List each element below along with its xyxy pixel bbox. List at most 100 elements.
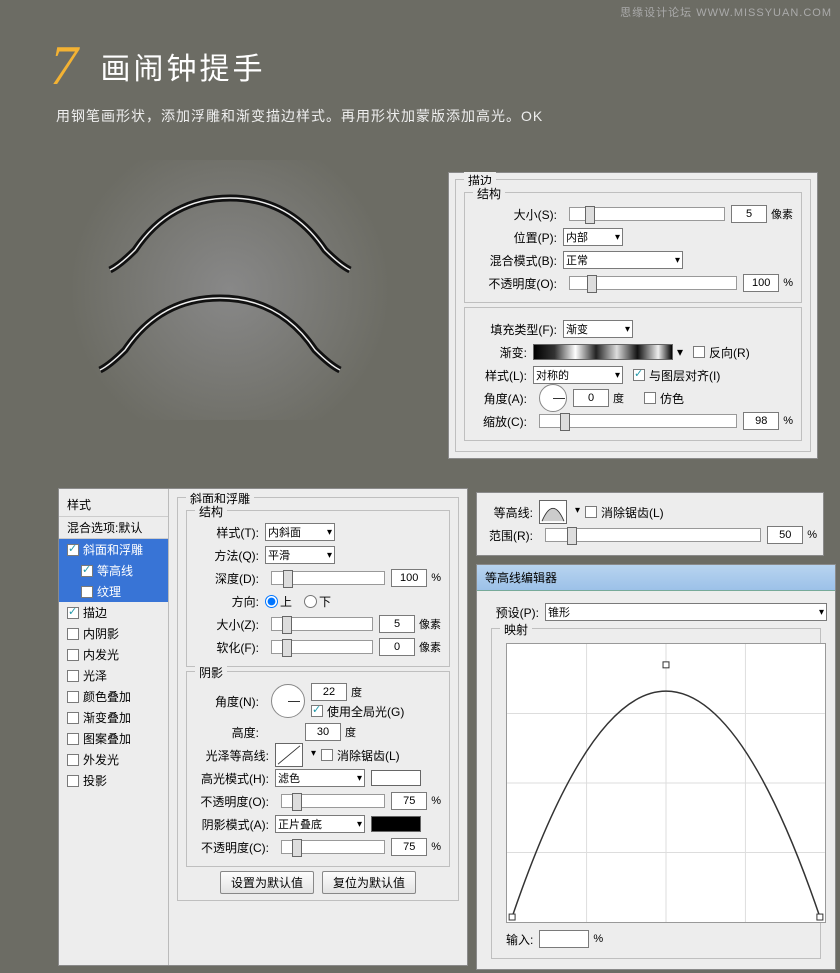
satin-checkbox[interactable]: [67, 670, 79, 682]
bsize-unit: 像素: [419, 616, 441, 632]
depth-input[interactable]: 100: [391, 569, 427, 587]
dir-down-radio[interactable]: [304, 595, 317, 608]
bsize-slider[interactable]: [271, 617, 373, 631]
range-input[interactable]: 50: [767, 526, 803, 544]
stroke-checkbox[interactable]: [67, 607, 79, 619]
shmode-select[interactable]: 正片叠底: [275, 815, 365, 833]
inner-glow-item[interactable]: 内发光: [59, 644, 168, 665]
outer-glow-item[interactable]: 外发光: [59, 749, 168, 770]
tech-select[interactable]: 平滑: [265, 546, 335, 564]
soft-slider[interactable]: [271, 640, 373, 654]
texture-checkbox[interactable]: [81, 586, 93, 598]
grad-overlay-item[interactable]: 渐变叠加: [59, 707, 168, 728]
color-overlay-item[interactable]: 颜色叠加: [59, 686, 168, 707]
opacity-label: 不透明度(O):: [473, 275, 563, 292]
scale-input[interactable]: 98: [743, 412, 779, 430]
himode-select[interactable]: 滤色: [275, 769, 365, 787]
gradov-checkbox[interactable]: [67, 712, 79, 724]
input-label: 输入:: [506, 931, 539, 948]
patov-checkbox[interactable]: [67, 733, 79, 745]
depth-slider[interactable]: [271, 571, 385, 585]
reverse-checkbox[interactable]: [693, 346, 705, 358]
size-unit: 像素: [771, 206, 793, 222]
opacity-slider[interactable]: [569, 276, 737, 290]
gradstyle-select[interactable]: 对称的: [533, 366, 623, 384]
reset-default-button[interactable]: 复位为默认值: [322, 871, 416, 894]
hiop-input[interactable]: 75: [391, 792, 427, 810]
contour-checkbox[interactable]: [81, 565, 93, 577]
opacity-input[interactable]: 100: [743, 274, 779, 292]
dir-down-label: 下: [319, 593, 331, 610]
alt-label: 高度:: [195, 724, 265, 741]
dir-up-label: 上: [280, 593, 292, 610]
soft-input[interactable]: 0: [379, 638, 415, 656]
alt-input[interactable]: 30: [305, 723, 341, 741]
dither-checkbox[interactable]: [644, 392, 656, 404]
step-title: 画闹钟提手: [100, 44, 265, 88]
styles-list: 样式 混合选项:默认 斜面和浮雕 等高线 纹理 描边 内阴影 内发光 光泽 颜色…: [59, 489, 169, 965]
texture-item[interactable]: 纹理: [59, 581, 168, 602]
bevel-item[interactable]: 斜面和浮雕: [59, 539, 168, 560]
angle-dial[interactable]: [539, 384, 567, 412]
size-label: 大小(S):: [473, 206, 563, 223]
global-checkbox[interactable]: [311, 705, 323, 717]
opacity-unit: %: [783, 277, 793, 289]
contour-item[interactable]: 等高线: [59, 560, 168, 581]
bevel-checkbox[interactable]: [67, 544, 79, 556]
contour-thumb[interactable]: [539, 500, 567, 524]
editor-title: 等高线编辑器: [477, 565, 835, 591]
range-slider[interactable]: [545, 528, 761, 542]
satin-item[interactable]: 光泽: [59, 665, 168, 686]
shadow-swatch[interactable]: [371, 816, 421, 832]
gloss-contour[interactable]: [275, 743, 303, 767]
preset-select[interactable]: 锥形: [545, 603, 827, 621]
contour-aa-checkbox[interactable]: [585, 506, 597, 518]
step-number: 7: [50, 34, 78, 98]
shop-slider[interactable]: [281, 840, 385, 854]
bangle-dial[interactable]: [271, 684, 305, 718]
set-default-button[interactable]: 设置为默认值: [220, 871, 314, 894]
input-unit: %: [593, 933, 603, 945]
dither-label: 仿色: [660, 390, 684, 407]
drop-shadow-item[interactable]: 投影: [59, 770, 168, 791]
contour-editor: 等高线编辑器 预设(P):锥形 映射 输入:%: [476, 564, 836, 970]
tech-label: 方法(Q):: [195, 547, 265, 564]
size-slider[interactable]: [569, 207, 725, 221]
filltype-select[interactable]: 渐变: [563, 320, 633, 338]
gradient-preview[interactable]: [533, 344, 673, 360]
bang-unit: 度: [351, 684, 362, 700]
align-label: 与图层对齐(I): [649, 367, 720, 384]
blend-options-item[interactable]: 混合选项:默认: [59, 516, 168, 539]
angle-input[interactable]: 0: [573, 389, 609, 407]
hiop-slider[interactable]: [281, 794, 385, 808]
size-input[interactable]: 5: [731, 205, 767, 223]
aa-checkbox[interactable]: [321, 749, 333, 761]
hiop-label: 不透明度(O):: [195, 793, 275, 810]
shop-input[interactable]: 75: [391, 838, 427, 856]
blend-select[interactable]: 正常: [563, 251, 683, 269]
bang-input[interactable]: 22: [311, 683, 347, 701]
position-select[interactable]: 内部: [563, 228, 623, 246]
pattern-overlay-item[interactable]: 图案叠加: [59, 728, 168, 749]
step-description: 用钢笔画形状，添加浮雕和渐变描边样式。再用形状加蒙版添加高光。OK: [56, 106, 790, 126]
scale-slider[interactable]: [539, 414, 737, 428]
shmode-label: 阴影模式(A):: [195, 816, 275, 833]
inner-shadow-item[interactable]: 内阴影: [59, 623, 168, 644]
gloss-label: 光泽等高线:: [195, 747, 275, 764]
dir-up-radio[interactable]: [265, 595, 278, 608]
highlight-swatch[interactable]: [371, 770, 421, 786]
colorov-checkbox[interactable]: [67, 691, 79, 703]
iglow-checkbox[interactable]: [67, 649, 79, 661]
styles-header: 样式: [59, 493, 168, 516]
dshadow-checkbox[interactable]: [67, 775, 79, 787]
stroke-item[interactable]: 描边: [59, 602, 168, 623]
oglow-checkbox[interactable]: [67, 754, 79, 766]
angle-label: 角度(A):: [473, 390, 533, 407]
bstyle-select[interactable]: 内斜面: [265, 523, 335, 541]
bsize-input[interactable]: 5: [379, 615, 415, 633]
curve-graph[interactable]: [506, 643, 826, 923]
stroke-panel: 描边 结构 大小(S):5像素 位置(P):内部 混合模式(B):正常 不透明度…: [448, 172, 818, 459]
align-checkbox[interactable]: [633, 369, 645, 381]
ishadow-checkbox[interactable]: [67, 628, 79, 640]
input-value[interactable]: [539, 930, 589, 948]
